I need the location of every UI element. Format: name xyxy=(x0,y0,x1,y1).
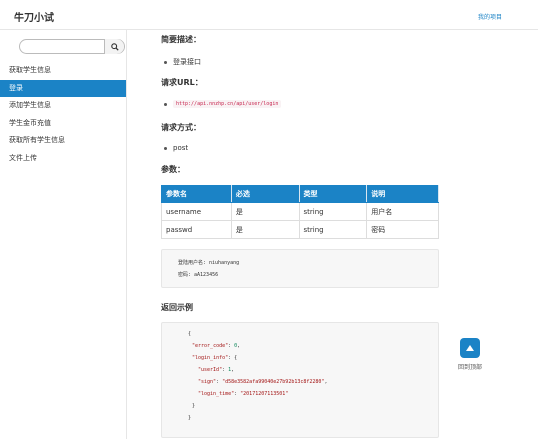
brief-text: 登录接口 xyxy=(173,58,201,66)
table-header: 类型 xyxy=(298,185,368,203)
code-value: 1 xyxy=(228,367,232,373)
table-header: 必选 xyxy=(230,185,300,203)
example-heading: 返回示例 xyxy=(161,303,193,312)
example-code-block: { "error_code": 0, "login_info": { "user… xyxy=(161,322,439,438)
arrow-up-icon xyxy=(466,345,474,351)
table-cell: string xyxy=(298,202,368,221)
table-cell: passwd xyxy=(161,220,232,239)
code-line: { xyxy=(188,331,191,337)
note-block: 登陆用户名: niuhanyang 密码: aA123456 xyxy=(161,249,439,288)
my-projects-link[interactable]: 我的项目 xyxy=(478,12,502,21)
code-key: "error_code" xyxy=(192,343,229,349)
code-key: "userId" xyxy=(198,367,223,373)
app-title: 牛刀小试 xyxy=(14,13,54,24)
search-input[interactable] xyxy=(26,41,104,52)
code-line: "login_info": { xyxy=(192,355,238,361)
back-to-top-label[interactable]: 回到顶部 xyxy=(458,362,482,371)
brief-heading: 简要描述： xyxy=(161,35,201,44)
sidebar-item-get-all-students[interactable]: 获取所有学生信息 xyxy=(0,132,126,150)
brief-item: 登录接口 xyxy=(161,57,201,67)
sidebar-item-add-student[interactable]: 添加学生信息 xyxy=(0,97,126,115)
request-url: http://api.nnzhp.cn/api/user/login xyxy=(173,100,282,108)
sidebar-item-file-upload[interactable]: 文件上传 xyxy=(0,150,126,168)
code-line: "sign": "d58e3582afa99040e27b92b13c8f228… xyxy=(198,379,328,385)
method-text: post xyxy=(173,144,189,152)
sidebar-item-get-student-info[interactable]: 获取学生信息 xyxy=(0,62,126,80)
back-to-top[interactable]: 回到顶部 xyxy=(455,338,485,371)
table-row: passwd 是 string 密码 xyxy=(161,220,439,239)
sidebar-menu: 获取学生信息 登录 添加学生信息 学生金币充值 获取所有学生信息 文件上传 xyxy=(0,62,126,167)
sidebar-item-login[interactable]: 登录 xyxy=(0,79,126,97)
url-item: http://api.nnzhp.cn/api/user/login xyxy=(161,100,282,108)
table-cell: 是 xyxy=(230,202,300,221)
top-bar: 牛刀小试 我的项目 xyxy=(0,0,538,30)
code-line: } xyxy=(188,415,191,421)
sidebar: 获取学生信息 登录 添加学生信息 学生金币充值 获取所有学生信息 文件上传 xyxy=(0,30,127,439)
code-line: "error_code": 0, xyxy=(192,343,241,349)
table-cell: 用户名 xyxy=(366,202,439,221)
table-header: 说明 xyxy=(366,185,439,203)
bullet-dot xyxy=(164,60,167,64)
bullet-dot xyxy=(164,146,167,150)
code-text: } xyxy=(192,403,196,409)
code-text: { xyxy=(188,331,192,337)
code-line: "login_time": "20171207113501" xyxy=(198,391,289,397)
table-cell: 密码 xyxy=(366,220,439,239)
code-value: "20171207113501" xyxy=(240,391,289,397)
code-key: "login_info" xyxy=(192,355,229,361)
url-heading: 请求URL： xyxy=(161,78,203,87)
note-line: 登陆用户名: niuhanyang xyxy=(178,260,240,266)
params-table: 参数名 必选 类型 说明 username 是 string 用户名 passw… xyxy=(161,185,439,239)
method-heading: 请求方式： xyxy=(161,123,201,132)
table-cell: string xyxy=(298,220,368,239)
table-cell: 是 xyxy=(230,220,300,239)
search-button[interactable] xyxy=(104,39,124,54)
table-header: 参数名 xyxy=(161,185,232,203)
table-cell: username xyxy=(161,202,232,221)
table-header-row: 参数名 必选 类型 说明 xyxy=(161,185,439,203)
back-to-top-button[interactable] xyxy=(460,338,480,358)
sidebar-item-recharge-coins[interactable]: 学生金币充值 xyxy=(0,115,126,133)
search-icon xyxy=(110,42,119,51)
code-value: 0 xyxy=(234,343,238,349)
bullet-dot xyxy=(164,102,167,106)
code-line: "userId": 1, xyxy=(198,367,235,373)
table-row: username 是 string 用户名 xyxy=(161,202,439,221)
params-heading: 参数： xyxy=(161,165,185,174)
note-line: 密码: aA123456 xyxy=(178,272,219,278)
code-key: "login_time" xyxy=(198,391,235,397)
code-line: } xyxy=(192,403,195,409)
code-text: } xyxy=(188,415,192,421)
search-box xyxy=(19,39,125,54)
code-value: "d58e3582afa99040e27b92b13c8f2280" xyxy=(222,379,325,385)
method-item: post xyxy=(161,144,188,152)
code-key: "sign" xyxy=(198,379,217,385)
